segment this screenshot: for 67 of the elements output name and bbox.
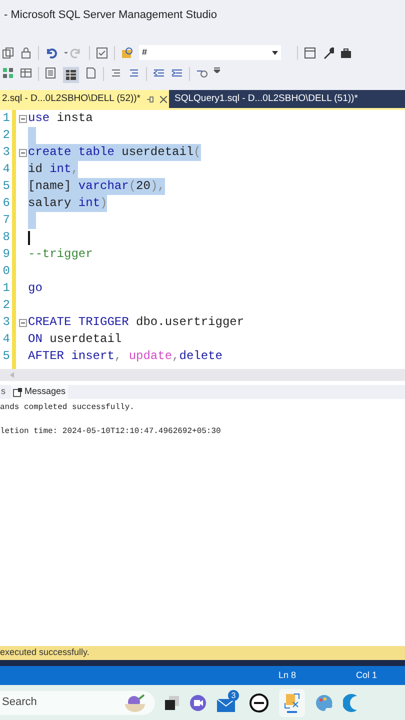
- grid-icon[interactable]: [2, 67, 14, 79]
- document-tab[interactable]: 2.sql - D...0L2SBHO\DELL (52))*: [0, 90, 169, 108]
- line-number: 1: [2, 111, 10, 125]
- collapse-icon[interactable]: [19, 148, 27, 156]
- message-text: letion time: 2024-05-10T12:10:47.4962692+05:30: [0, 426, 222, 438]
- indent-icon[interactable]: [171, 67, 183, 79]
- code-line: --trigger: [28, 246, 93, 263]
- search-input[interactable]: Search: [0, 694, 80, 711]
- pin-icon[interactable]: [146, 96, 154, 102]
- line-number: 6: [2, 196, 10, 210]
- line-number: 2: [2, 298, 10, 312]
- line-number: 9: [2, 247, 10, 261]
- line-number: 4: [2, 332, 10, 346]
- overflow-icon[interactable]: [214, 67, 220, 73]
- browser-icon[interactable]: [343, 694, 357, 712]
- checklist-icon[interactable]: [96, 46, 108, 58]
- search-field[interactable]: Search: [0, 690, 155, 714]
- line-number: 3: [2, 145, 10, 159]
- find-icon[interactable]: [121, 46, 133, 58]
- search-field[interactable]: #: [139, 45, 281, 60]
- line-number: 1: [2, 281, 10, 295]
- video-call-icon[interactable]: [189, 694, 207, 712]
- text-results-icon[interactable]: [45, 67, 57, 79]
- code-line: use insta: [28, 110, 93, 127]
- horizontal-scrollbar[interactable]: [0, 369, 405, 381]
- comment-lines-icon[interactable]: [110, 67, 122, 79]
- uncomment-lines-icon[interactable]: [128, 67, 140, 79]
- grid-results-icon[interactable]: [63, 67, 79, 83]
- file-results-icon[interactable]: [85, 67, 97, 79]
- copy-icon[interactable]: [2, 46, 14, 58]
- results-tab[interactable]: Messages: [10, 385, 68, 399]
- undo-icon[interactable]: [45, 46, 57, 58]
- line-number: 2: [2, 128, 10, 142]
- wrench-icon[interactable]: [322, 46, 334, 58]
- close-icon[interactable]: [160, 96, 167, 102]
- table-icon[interactable]: [20, 67, 32, 79]
- message-icon: [12, 388, 22, 396]
- dropdown-icon[interactable]: [272, 50, 278, 54]
- message-text: ands completed successfully.: [0, 402, 136, 414]
- outdent-icon[interactable]: [153, 67, 165, 79]
- notification-badge: 3: [228, 690, 239, 700]
- line-number: 7: [2, 213, 10, 227]
- results-tab[interactable]: s: [0, 385, 6, 399]
- palette-icon[interactable]: [315, 694, 333, 712]
- line-number: 5: [2, 349, 10, 363]
- query-status-text: executed successfully.: [0, 646, 90, 660]
- window-icon[interactable]: [304, 46, 316, 58]
- task-view-icon[interactable]: [165, 696, 179, 710]
- line-number: 0: [2, 264, 10, 278]
- line-number: 8: [2, 230, 10, 244]
- window-title: - Microsoft SQL Server Management Studio: [4, 8, 217, 23]
- snipping-tool-icon[interactable]: [279, 688, 305, 716]
- code-line: ON userdetail: [28, 331, 122, 348]
- code-line: go: [28, 280, 42, 297]
- collapse-icon[interactable]: [19, 318, 27, 326]
- column-number-text: Col 1: [356, 668, 377, 682]
- bowl-icon: [123, 694, 147, 712]
- line-number: 5: [2, 179, 10, 193]
- circle-logo-icon[interactable]: [249, 692, 269, 712]
- code-line: AFTER insert, update,delete: [28, 348, 222, 365]
- code-line: CREATE TRIGGER dbo.usertrigger: [28, 314, 244, 331]
- line-number: 4: [2, 162, 10, 176]
- lock-icon[interactable]: [20, 46, 32, 58]
- collapse-icon[interactable]: [19, 114, 27, 122]
- line-number-text: Ln 8: [278, 668, 296, 682]
- toolbox-icon[interactable]: [340, 46, 352, 58]
- line-number: 3: [2, 315, 10, 329]
